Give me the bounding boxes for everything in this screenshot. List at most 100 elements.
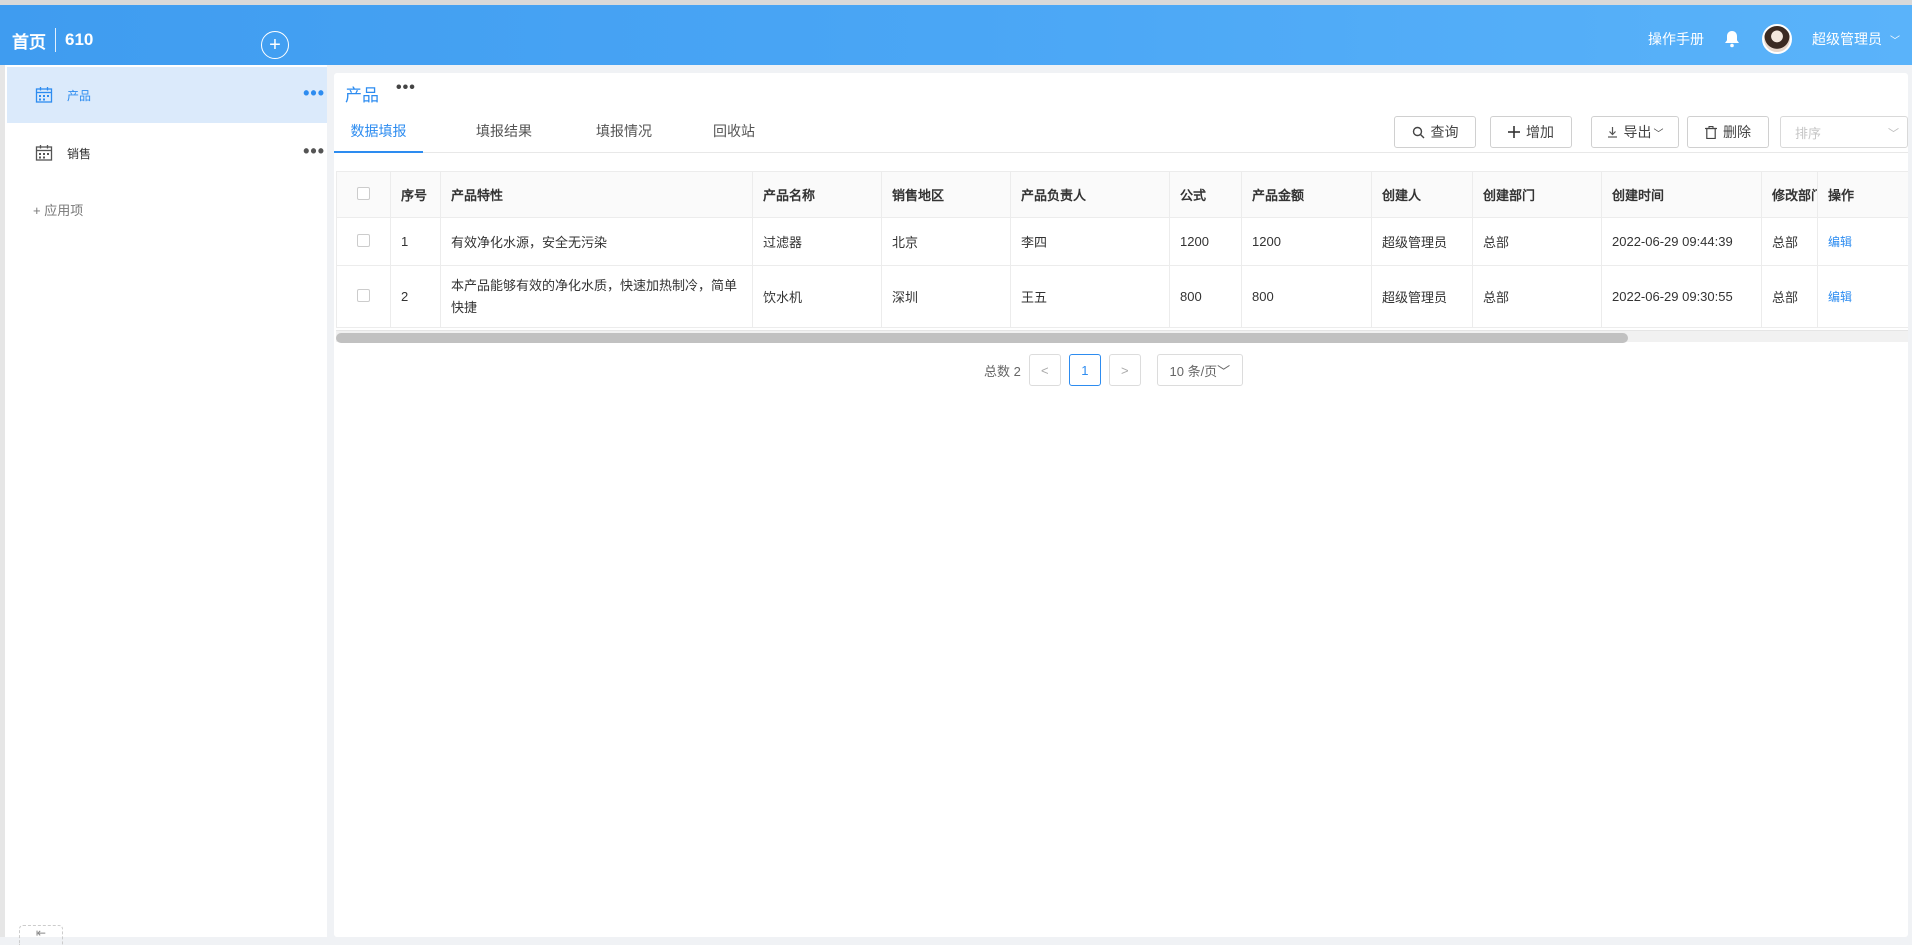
table-header-row: 序号 产品特性 产品名称 销售地区 产品负责人 公式 产品金额 创建人 创建部门… [336, 171, 1908, 218]
cell-time: 2022-06-29 09:44:39 [1601, 217, 1762, 266]
cell-feature: 本产品能够有效的净化水质，快速加热制冷，简单快捷 [440, 265, 753, 328]
next-page-button[interactable]: > [1108, 354, 1141, 386]
cell-amount: 1200 [1241, 217, 1372, 266]
delete-label: 删除 [1723, 124, 1751, 140]
header-right: 操作手册 超级管理员 ﹀ [1648, 19, 1912, 59]
home-link[interactable]: 首页 [12, 28, 46, 53]
bell-icon[interactable] [1722, 29, 1742, 49]
page-button-current[interactable]: 1 [1068, 354, 1101, 386]
sidebar: 产品 ••• 销售 ••• + 应用项 ⇤ [0, 65, 327, 945]
add-app-item-button[interactable]: + 应用项 [33, 200, 83, 219]
sidebar-item-sales[interactable]: 销售 ••• [7, 125, 327, 181]
cell-formula: 1200 [1169, 217, 1242, 266]
cell-time: 2022-06-29 09:30:55 [1601, 265, 1762, 328]
main-panel: 产品 ••• 数据填报 填报结果 填报情况 回收站 查询 增加 导出 ﹀ 删除 … [334, 73, 1908, 937]
column-header: 产品特性 [440, 171, 753, 218]
cell-no: 2 [390, 265, 441, 328]
column-header: 创建部门 [1472, 171, 1602, 218]
cell-dept: 总部 [1472, 265, 1602, 328]
calendar-icon [35, 145, 53, 161]
pagination: 总数 2 < 1 > 10 条/页﹀ [984, 354, 1243, 386]
select-all-cell [336, 171, 391, 218]
top-header: 首页 610 + 操作手册 超级管理员 ﹀ [0, 5, 1912, 65]
brand-divider [55, 28, 56, 52]
download-icon [1607, 126, 1617, 138]
add-app-button[interactable]: + [261, 31, 289, 59]
row-select-cell [336, 217, 391, 266]
cell-amount: 800 [1241, 265, 1372, 328]
more-icon[interactable]: ••• [396, 79, 416, 97]
page-size-select[interactable]: 10 条/页﹀ [1156, 354, 1243, 386]
calendar-icon [35, 87, 53, 103]
cell-region: 北京 [881, 217, 1011, 266]
column-header: 销售地区 [881, 171, 1011, 218]
column-header: 创建人 [1371, 171, 1473, 218]
cell-creator: 超级管理员 [1371, 265, 1473, 328]
edit-link[interactable]: 编辑 [1828, 290, 1852, 304]
cell-no: 1 [390, 217, 441, 266]
page-title: 产品 [345, 86, 379, 105]
scrollbar-thumb[interactable] [336, 333, 1628, 343]
column-header: 产品负责人 [1010, 171, 1170, 218]
cell-formula: 800 [1169, 265, 1242, 328]
tab-status[interactable]: 填报情况 [574, 113, 674, 153]
row-checkbox[interactable] [357, 288, 370, 302]
row-select-cell [336, 265, 391, 328]
column-header: 操作 [1817, 171, 1908, 218]
trash-icon [1705, 125, 1717, 139]
chevron-down-icon: ﹀ [1888, 128, 1899, 140]
cell-dept: 总部 [1472, 217, 1602, 266]
add-label: 增加 [1526, 124, 1554, 140]
delete-button[interactable]: 删除 [1687, 116, 1769, 148]
horizontal-scrollbar[interactable] [336, 330, 1908, 343]
cell-mod-dept: 总部 [1761, 265, 1818, 328]
query-label: 查询 [1430, 124, 1459, 140]
column-header: 产品金额 [1241, 171, 1372, 218]
query-button[interactable]: 查询 [1394, 116, 1476, 148]
data-table: 序号 产品特性 产品名称 销售地区 产品负责人 公式 产品金额 创建人 创建部门… [336, 171, 1908, 346]
cell-owner: 李四 [1010, 217, 1170, 266]
tab-results[interactable]: 填报结果 [454, 113, 554, 153]
chevron-down-icon[interactable]: ﹀ [1890, 32, 1900, 47]
plus-icon [1508, 126, 1520, 138]
sort-select[interactable]: 排序 ﹀ [1780, 116, 1908, 148]
plus-icon: + [269, 34, 281, 56]
cell-name: 饮水机 [752, 265, 882, 328]
brand[interactable]: 首页 610 [12, 25, 93, 55]
add-button[interactable]: 增加 [1490, 116, 1572, 148]
cell-mod-dept: 总部 [1761, 217, 1818, 266]
tab-data-entry[interactable]: 数据填报 [334, 113, 423, 153]
edit-link[interactable]: 编辑 [1828, 235, 1852, 249]
export-label: 导出 [1623, 124, 1652, 140]
column-header: 修改部门 [1761, 171, 1818, 218]
sidebar-item-product[interactable]: 产品 ••• [7, 67, 327, 123]
table-row: 2 本产品能够有效的净化水质，快速加热制冷，简单快捷 饮水机 深圳 王五 800… [336, 265, 1908, 328]
chevron-down-icon: ﹀ [1653, 128, 1664, 140]
export-button[interactable]: 导出 ﹀ [1591, 116, 1679, 148]
more-icon[interactable]: ••• [303, 141, 325, 162]
cell-feature: 有效净化水源，安全无污染 [440, 217, 753, 266]
app-id: 610 [65, 30, 94, 49]
more-icon[interactable]: ••• [303, 83, 325, 104]
sidebar-item-label: 产品 [67, 89, 92, 103]
prev-page-button[interactable]: < [1028, 354, 1061, 386]
cell-action: 编辑 [1817, 265, 1908, 328]
tab-recycle-bin[interactable]: 回收站 [694, 113, 774, 153]
collapse-sidebar-button[interactable]: ⇤ [19, 925, 63, 945]
cell-owner: 王五 [1010, 265, 1170, 328]
manual-link[interactable]: 操作手册 [1648, 29, 1704, 49]
column-header: 产品名称 [752, 171, 882, 218]
row-checkbox[interactable] [357, 233, 370, 247]
sidebar-item-label: 销售 [67, 147, 92, 161]
column-header: 公式 [1169, 171, 1242, 218]
select-all-checkbox[interactable] [357, 186, 370, 200]
column-header: 创建时间 [1601, 171, 1762, 218]
username[interactable]: 超级管理员 [1812, 29, 1882, 49]
cell-region: 深圳 [881, 265, 1011, 328]
cell-creator: 超级管理员 [1371, 217, 1473, 266]
avatar[interactable] [1762, 24, 1792, 54]
cell-action: 编辑 [1817, 217, 1908, 266]
cell-name: 过滤器 [752, 217, 882, 266]
total-count: 总数 2 [984, 363, 1021, 379]
column-header: 序号 [390, 171, 441, 218]
